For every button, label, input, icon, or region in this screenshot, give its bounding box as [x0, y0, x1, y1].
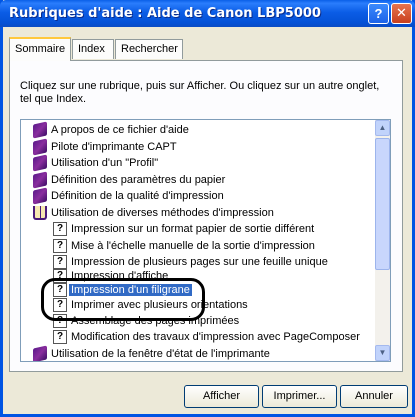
tree-item-label: Définition des paramètres du papier: [51, 174, 226, 186]
imprimer-button[interactable]: Imprimer...: [262, 385, 337, 408]
tree-item-label: Impression sur un format papier de sorti…: [71, 223, 315, 235]
scroll-thumb[interactable]: [375, 138, 390, 270]
scroll-up-arrow-icon[interactable]: ▲: [375, 120, 390, 136]
tree-item-label: Modification des travaux d'impression av…: [71, 331, 360, 343]
open-book-icon: [33, 206, 47, 220]
tree-item-label: Utilisation d'un "Profil": [51, 157, 159, 169]
annuler-button[interactable]: Annuler: [340, 385, 408, 408]
tree-item-label: Utilisation de diverses méthodes d'impre…: [51, 207, 274, 219]
tree-item-label: A propos de ce fichier d'aide: [51, 124, 189, 136]
tab-index[interactable]: Index: [72, 39, 114, 59]
book-icon: [33, 345, 47, 361]
help-page-icon: ?: [53, 330, 67, 344]
tab-sommaire[interactable]: Sommaire: [9, 37, 71, 61]
instructions-text: Cliquez sur une rubrique, puis sur Affic…: [20, 80, 380, 105]
help-page-icon: ?: [53, 298, 67, 312]
tree-item-label: Assemblage des pages imprimées: [71, 315, 240, 327]
window-title: Rubriques d'aide : Aide de Canon LBP5000: [9, 6, 321, 21]
book-icon: [33, 121, 47, 139]
help-page-icon: ?: [53, 255, 67, 269]
tree-item-label: Pilote d'imprimante CAPT: [51, 141, 177, 153]
tree-item-label: Définition de la qualité d'impression: [51, 190, 224, 202]
book-icon: [33, 187, 47, 205]
close-button[interactable]: ✕: [391, 3, 412, 24]
tree-item-label: Impression de plusieurs pages sur une fe…: [71, 256, 328, 268]
title-bar[interactable]: Rubriques d'aide : Aide de Canon LBP5000…: [0, 0, 415, 27]
tree-item-label: Impression d'affiche: [71, 270, 169, 282]
help-page-icon: ?: [53, 239, 67, 253]
book-icon: [33, 171, 47, 189]
tree-item-label: Imprimer avec plusieurs orientations: [71, 299, 248, 311]
scroll-down-arrow-icon[interactable]: ▼: [375, 345, 390, 361]
tree-item-label: Utilisation de la fenêtre d'état de l'im…: [51, 348, 270, 360]
help-page-icon: ?: [53, 222, 67, 236]
help-page-icon: ?: [53, 269, 67, 283]
tree-item-label: Mise à l'échelle manuelle de la sortie d…: [71, 240, 315, 252]
help-page-icon: ?: [53, 314, 67, 328]
book-icon: [33, 138, 47, 156]
help-button[interactable]: ?: [368, 3, 389, 24]
vertical-scrollbar[interactable]: ▲ ▼: [375, 120, 390, 361]
afficher-button[interactable]: Afficher: [184, 385, 259, 408]
help-page-icon: ?: [53, 283, 67, 297]
tree-item-label: Impression d'un filigrane: [69, 284, 192, 296]
book-icon: [33, 154, 47, 172]
tab-rechercher[interactable]: Rechercher: [115, 39, 183, 59]
topics-tree[interactable]: A propos de ce fichier d'aide Pilote d'im…: [20, 119, 391, 362]
tab-panel: Cliquez sur une rubrique, puis sur Affic…: [9, 60, 403, 372]
